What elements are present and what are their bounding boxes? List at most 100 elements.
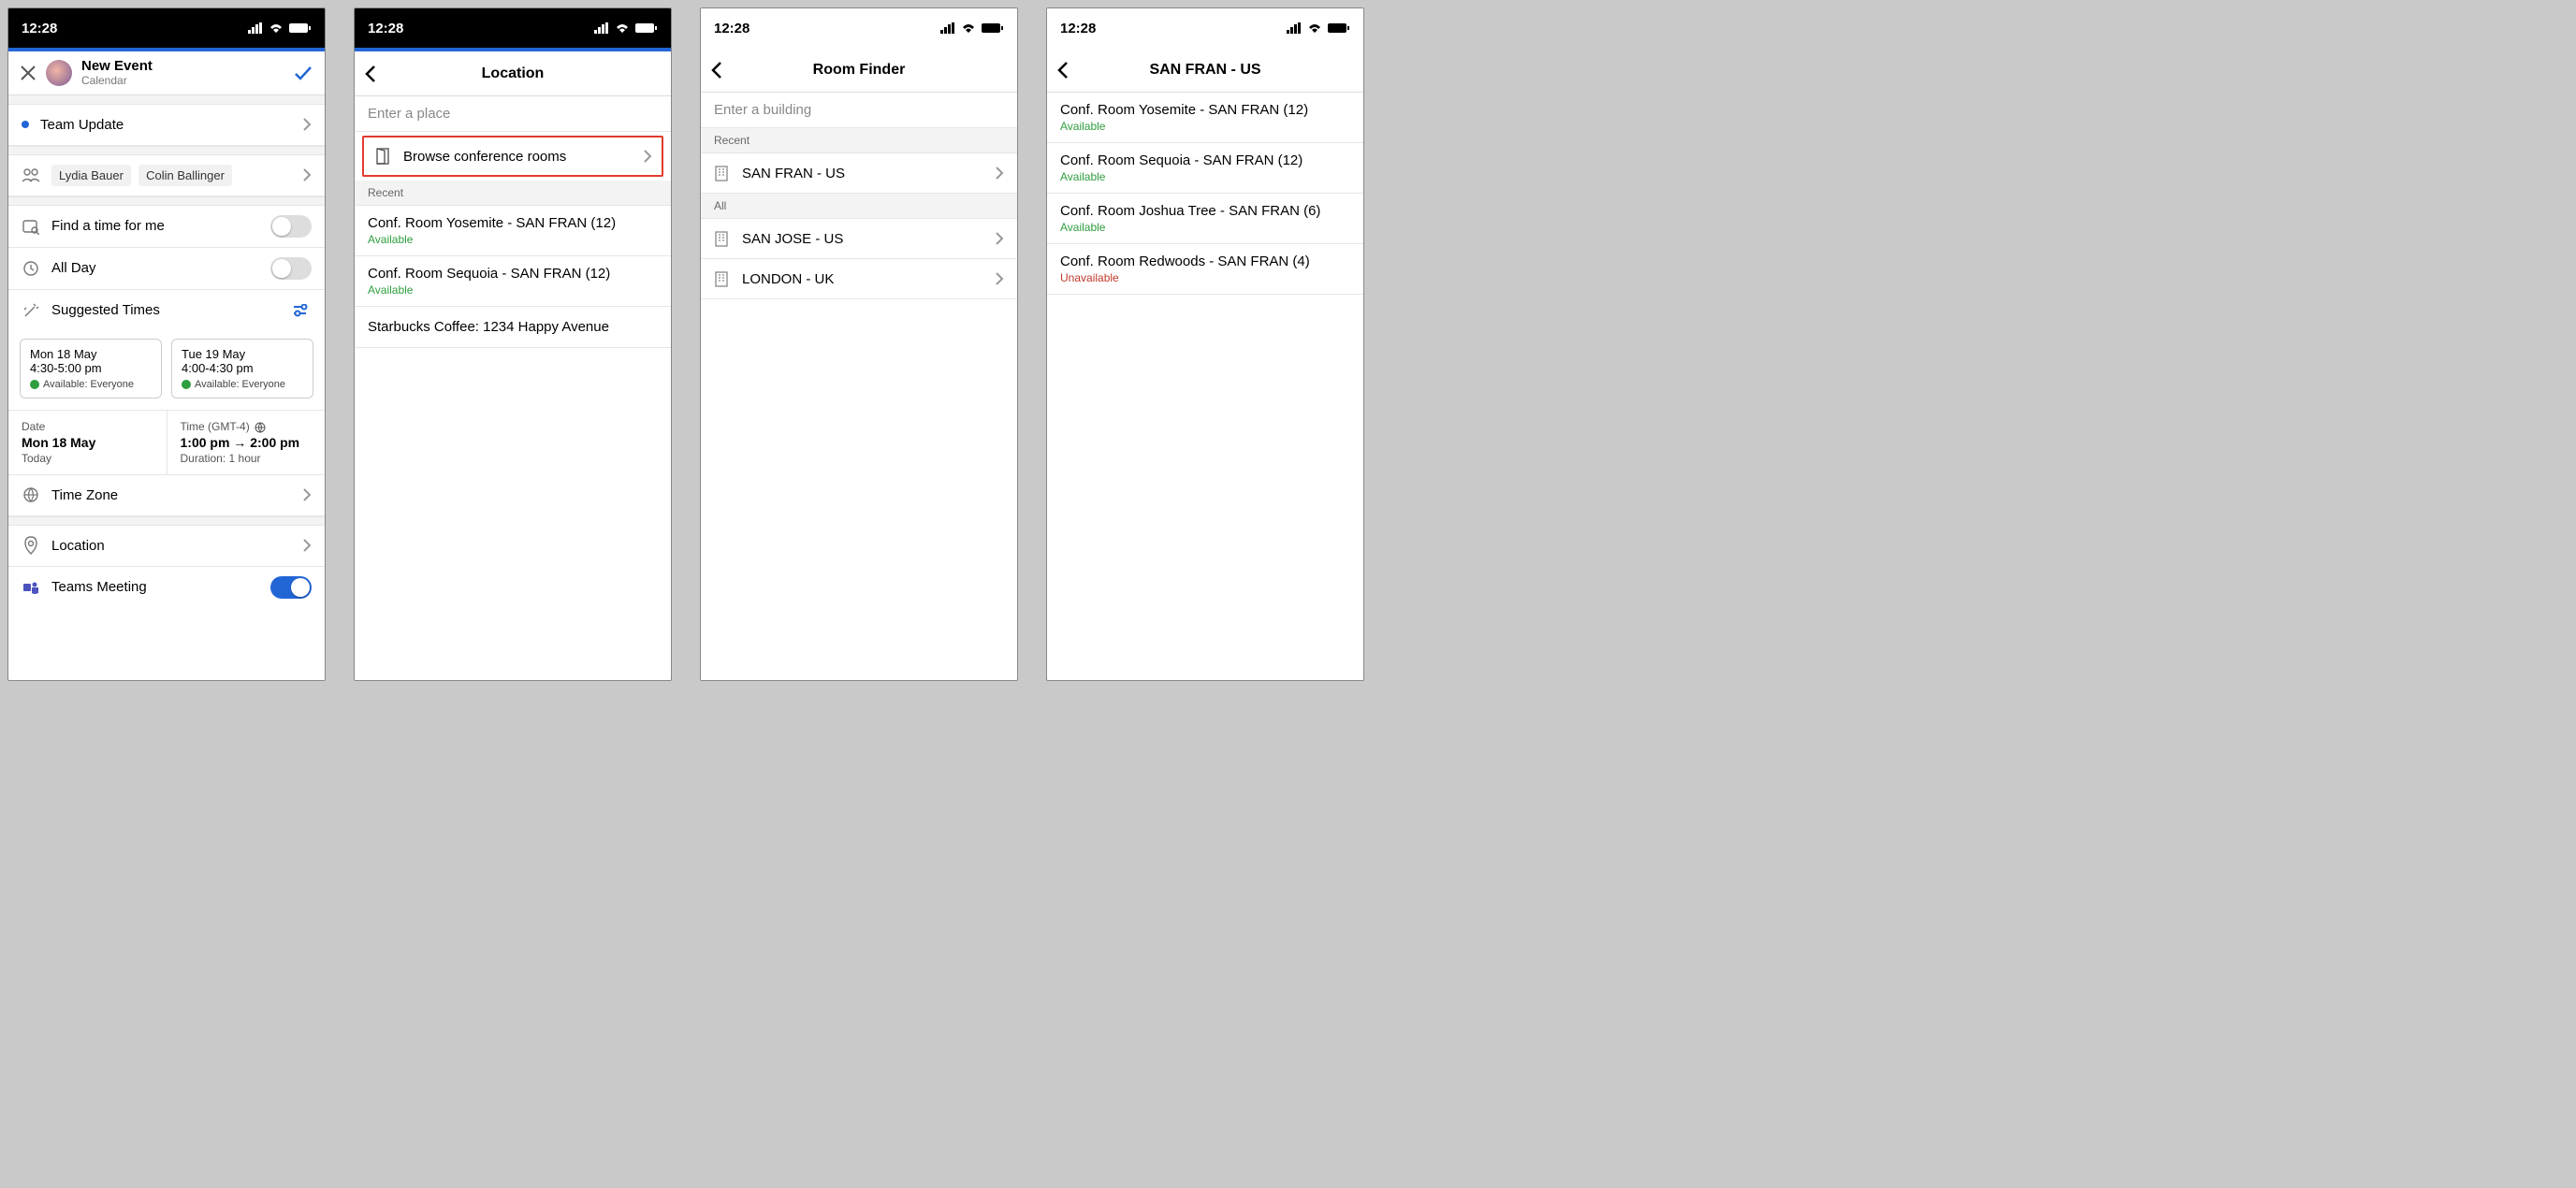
chevron-right-icon [302, 168, 312, 181]
building-icon [714, 230, 729, 247]
suggested-time: 4:30-5:00 pm [30, 361, 152, 375]
save-check-icon[interactable] [293, 63, 313, 83]
room-item[interactable]: Conf. Room Redwoods - SAN FRAN (4) Unava… [1047, 244, 1363, 295]
browse-conference-rooms-row[interactable]: Browse conference rooms [362, 136, 663, 177]
browse-rooms-label: Browse conference rooms [403, 149, 632, 165]
building-item[interactable]: SAN JOSE - US [701, 219, 1017, 259]
check-dot-icon [182, 380, 191, 389]
chevron-right-icon [302, 539, 312, 552]
people-icon [22, 167, 40, 182]
date-cell[interactable]: Date Mon 18 May Today [8, 411, 167, 474]
suggested-date: Tue 19 May [182, 347, 303, 361]
status-bar: 12:28 [8, 8, 325, 48]
status-time: 12:28 [714, 21, 750, 36]
building-name: LONDON - UK [742, 271, 982, 287]
wifi-icon [615, 22, 630, 34]
close-icon[interactable] [20, 65, 36, 81]
room-status: Available [368, 283, 658, 297]
status-bar: 12:28 [1047, 8, 1363, 48]
screen-room-finder: 12:28 Room Finder Enter a building Recen… [700, 7, 1018, 681]
building-icon [714, 165, 729, 181]
suggested-availability: Available: Everyone [195, 379, 285, 390]
teams-meeting-row[interactable]: Teams Meeting [8, 567, 325, 608]
people-row[interactable]: Lydia Bauer Colin Ballinger [8, 155, 325, 196]
navbar-title: Location [482, 65, 545, 82]
teams-meeting-toggle[interactable] [270, 576, 312, 599]
screen-new-event: 12:28 New Event Calendar Team Update [7, 7, 326, 681]
time-value: 1:00 pm → 2:00 pm [181, 435, 313, 450]
suggested-availability: Available: Everyone [43, 379, 134, 390]
status-time: 12:28 [1060, 21, 1096, 36]
room-status: Available [1060, 170, 1350, 183]
person-chip[interactable]: Lydia Bauer [51, 165, 131, 186]
back-button[interactable] [710, 48, 723, 92]
room-item[interactable]: Conf. Room Sequoia - SAN FRAN (12) Avail… [1047, 143, 1363, 194]
chevron-right-icon [995, 232, 1004, 245]
status-time: 12:28 [22, 21, 57, 36]
person-chip[interactable]: Colin Ballinger [138, 165, 232, 186]
people-chips: Lydia Bauer Colin Ballinger [51, 165, 291, 186]
suggested-time-card[interactable]: Mon 18 May 4:30-5:00 pm Available: Every… [20, 339, 162, 398]
location-navbar: Location [355, 51, 671, 96]
recent-section-label: Recent [701, 128, 1017, 153]
room-item[interactable]: Conf. Room Yosemite - SAN FRAN (12) Avai… [355, 206, 671, 256]
place-item[interactable]: Starbucks Coffee: 1234 Happy Avenue [355, 307, 671, 348]
check-dot-icon [30, 380, 39, 389]
back-button[interactable] [364, 51, 377, 95]
signal-icon [940, 22, 955, 34]
location-search-input[interactable]: Enter a place [355, 96, 671, 132]
room-finder-navbar: Room Finder [701, 48, 1017, 93]
chevron-right-icon [643, 150, 652, 163]
battery-icon [982, 22, 1004, 34]
all-day-toggle[interactable] [270, 257, 312, 280]
time-label: Time (GMT-4) [181, 420, 250, 433]
place-name: Starbucks Coffee: 1234 Happy Avenue [368, 319, 658, 335]
wifi-icon [1307, 22, 1322, 34]
avatar [46, 60, 72, 86]
search-placeholder: Enter a building [714, 102, 811, 118]
room-name: Conf. Room Joshua Tree - SAN FRAN (6) [1060, 203, 1350, 219]
all-day-row[interactable]: All Day [8, 248, 325, 290]
all-section-label: All [701, 194, 1017, 219]
timezone-row[interactable]: Time Zone [8, 475, 325, 516]
status-icons [940, 22, 1004, 34]
building-item[interactable]: SAN FRAN - US [701, 153, 1017, 194]
screen-location: 12:28 Location Enter a place Browse conf… [354, 7, 672, 681]
recent-section-label: Recent [355, 181, 671, 206]
building-item[interactable]: LONDON - UK [701, 259, 1017, 299]
building-name: SAN FRAN - US [742, 166, 982, 181]
signal-icon [594, 22, 609, 34]
navbar-title: Room Finder [813, 62, 906, 79]
room-item[interactable]: Conf. Room Yosemite - SAN FRAN (12) Avai… [1047, 93, 1363, 143]
clock-icon [22, 260, 40, 277]
date-label: Date [22, 420, 153, 433]
room-item[interactable]: Conf. Room Joshua Tree - SAN FRAN (6) Av… [1047, 194, 1363, 244]
location-pin-icon [22, 536, 40, 555]
time-cell[interactable]: Time (GMT-4) 1:00 pm → 2:00 pm Duration:… [167, 411, 326, 474]
status-icons [594, 22, 658, 34]
suggested-time-card[interactable]: Tue 19 May 4:00-4:30 pm Available: Every… [171, 339, 313, 398]
room-status: Available [1060, 120, 1350, 133]
signal-icon [1287, 22, 1302, 34]
room-name: Conf. Room Sequoia - SAN FRAN (12) [1060, 152, 1350, 168]
all-day-label: All Day [51, 260, 259, 276]
header-title: New Event [81, 59, 284, 75]
location-row[interactable]: Location [8, 526, 325, 567]
room-item[interactable]: Conf. Room Sequoia - SAN FRAN (12) Avail… [355, 256, 671, 307]
chevron-right-icon [302, 488, 312, 501]
building-search-input[interactable]: Enter a building [701, 93, 1017, 128]
new-event-header: New Event Calendar [8, 51, 325, 95]
event-title-input[interactable]: Team Update [40, 117, 291, 133]
date-time-row: Date Mon 18 May Today Time (GMT-4) 1:00 … [8, 411, 325, 475]
back-button[interactable] [1056, 48, 1070, 92]
teams-meeting-label: Teams Meeting [51, 579, 259, 595]
find-time-toggle[interactable] [270, 215, 312, 238]
wifi-icon [961, 22, 976, 34]
globe-icon [22, 486, 40, 503]
event-title-row[interactable]: Team Update [8, 105, 325, 146]
status-bar: 12:28 [701, 8, 1017, 48]
find-time-row[interactable]: Find a time for me [8, 206, 325, 248]
suggested-date: Mon 18 May [30, 347, 152, 361]
wand-icon [22, 302, 40, 319]
filter-icon[interactable] [293, 304, 312, 317]
